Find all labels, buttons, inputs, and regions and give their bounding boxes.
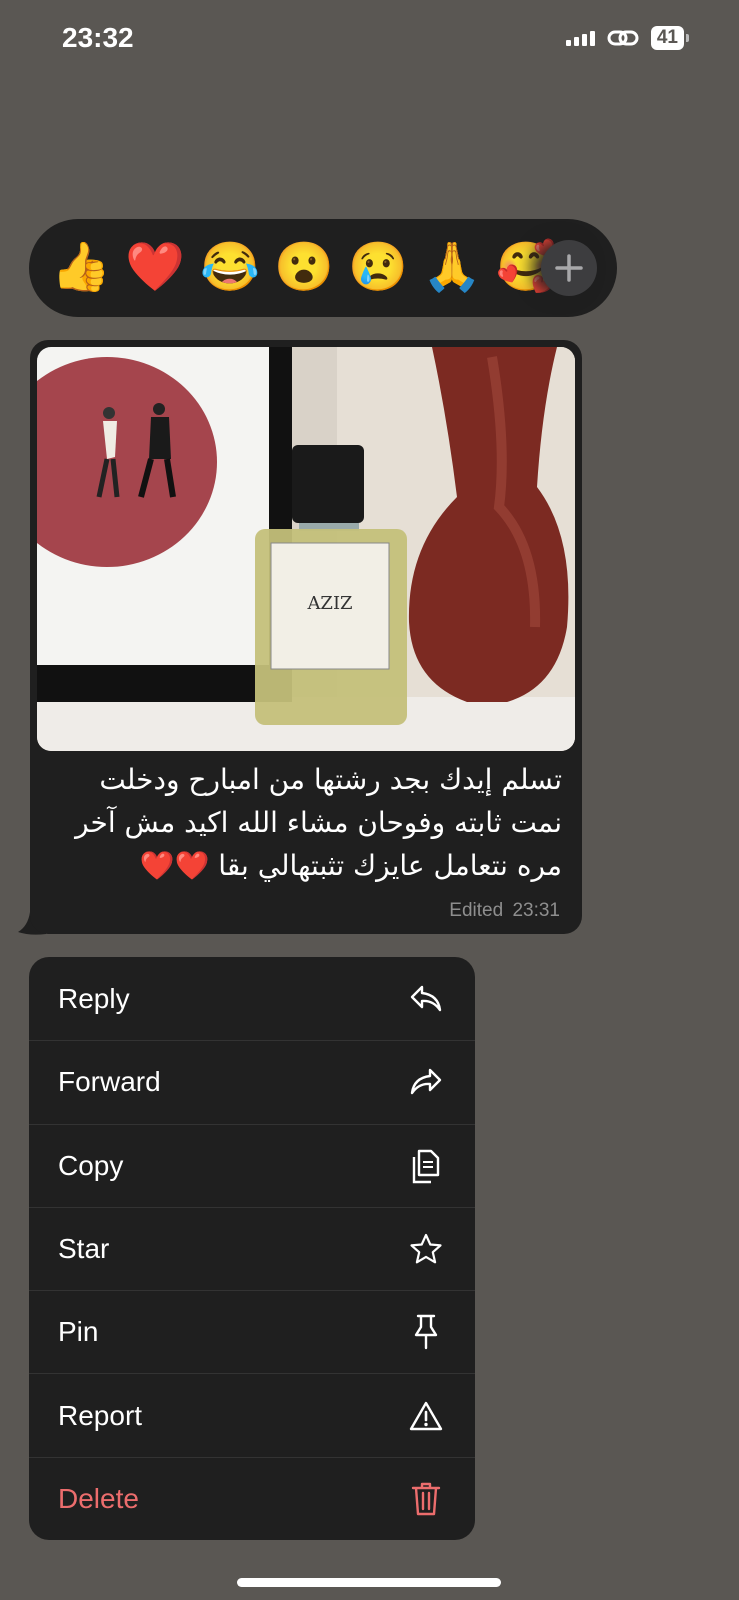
menu-item-copy[interactable]: Copy (29, 1123, 475, 1207)
menu-item-label: Forward (58, 1066, 161, 1098)
home-indicator[interactable] (237, 1578, 501, 1587)
reaction-bar: 👍 ❤️ 😂 😮 😢 🙏 🥰 (29, 219, 617, 317)
link-icon (607, 30, 639, 46)
message-meta: Edited 23:31 (449, 900, 564, 922)
edited-label: Edited (449, 900, 504, 921)
forward-icon (407, 1063, 445, 1101)
menu-item-reply[interactable]: Reply (29, 957, 475, 1040)
menu-item-label: Star (58, 1233, 110, 1265)
message-text-line-3: مره نتعامل عايزك تثبتهالي بقا ❤️❤️ (139, 849, 562, 882)
reaction-open-mouth[interactable]: 😮 (274, 243, 334, 293)
menu-item-star[interactable]: Star (29, 1206, 475, 1290)
reaction-tears-of-joy[interactable]: 😂 (200, 243, 260, 293)
message-text: تسلم إيدك بجد رشتها من امبارح ودخلت نمت … (60, 758, 562, 887)
message-bubble[interactable]: AZIZ تسلم إيدك بجد رشتها من امبارح ودخلت… (30, 340, 582, 934)
plus-icon (555, 254, 583, 282)
warning-icon (407, 1397, 445, 1435)
menu-item-forward[interactable]: Forward (29, 1040, 475, 1123)
message-text-line-2: نمت ثابته وفوحان مشاء الله اكيد مش آخر (75, 806, 562, 839)
battery-icon: 41 (650, 26, 689, 50)
more-reactions-button[interactable] (541, 240, 597, 296)
copy-icon (407, 1147, 445, 1185)
menu-item-pin[interactable]: Pin (29, 1290, 475, 1373)
message-photo[interactable]: AZIZ (37, 347, 575, 751)
menu-item-label: Report (58, 1399, 143, 1431)
context-menu: Reply Forward Copy Star Pin Report Delet… (29, 957, 475, 1540)
menu-item-report[interactable]: Report (29, 1373, 475, 1456)
svg-text:AZIZ: AZIZ (306, 593, 352, 614)
battery-level: 41 (650, 26, 684, 50)
pin-icon (407, 1313, 445, 1351)
reply-icon (407, 980, 445, 1018)
star-icon (407, 1230, 445, 1268)
menu-item-label: Pin (58, 1316, 99, 1348)
message-text-line-1: تسلم إيدك بجد رشتها من امبارح ودخلت (99, 763, 562, 796)
cellular-signal-icon (565, 30, 595, 46)
menu-item-label: Reply (58, 982, 130, 1014)
reaction-crying[interactable]: 😢 (348, 243, 408, 293)
status-icons: 41 (565, 26, 689, 50)
status-time: 23:32 (62, 22, 134, 53)
reaction-red-heart[interactable]: ❤️ (125, 243, 185, 293)
message-time: 23:31 (512, 900, 560, 921)
reaction-thumbs-up[interactable]: 👍 (51, 243, 111, 293)
trash-icon (407, 1480, 445, 1518)
reaction-folded-hands[interactable]: 🙏 (422, 243, 482, 293)
menu-item-delete[interactable]: Delete (29, 1456, 475, 1540)
menu-item-label: Copy (58, 1149, 124, 1181)
menu-item-label: Delete (58, 1482, 139, 1514)
